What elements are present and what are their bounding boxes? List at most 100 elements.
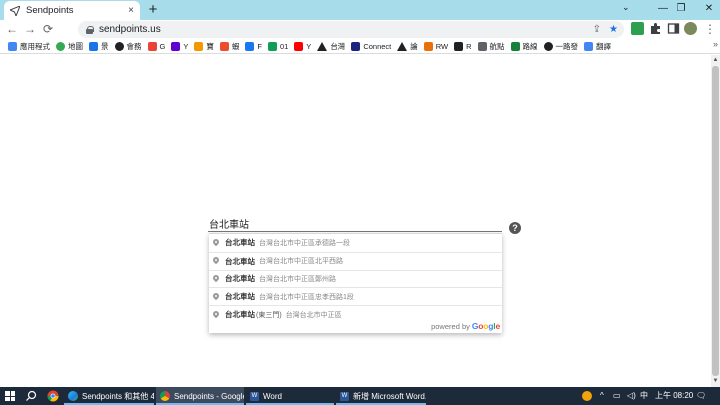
bookmark-item[interactable]: RW <box>423 41 449 51</box>
notifications-icon[interactable]: 🗨 <box>696 387 706 405</box>
tab-close-icon[interactable]: × <box>128 5 134 16</box>
bookmark-label: 台灣 <box>330 41 346 51</box>
bookmarks-overflow-icon[interactable]: » <box>713 39 718 49</box>
connect-icon <box>351 41 361 51</box>
suggestion-item[interactable]: 台北車站 台灣台北市中正區北平西路 <box>209 251 502 270</box>
bookmark-item[interactable]: 路線 <box>510 41 538 52</box>
tab-sendpoints[interactable]: Sendpoints × <box>4 1 140 20</box>
network-icon[interactable]: ▭ <box>613 387 621 405</box>
bookmark-item[interactable]: Y <box>171 41 188 51</box>
bookmark-item[interactable]: 景 <box>89 41 109 52</box>
suggestion-address: 台灣台北市中正區 <box>285 311 342 319</box>
bookmark-label: 地圖 <box>68 41 83 51</box>
bookmark-item[interactable]: G <box>147 41 166 51</box>
show-hidden-icons-icon[interactable]: ^ <box>600 387 604 405</box>
bookmark-item[interactable]: Connect <box>351 41 391 51</box>
taskbar-app-word-new[interactable]: W 新增 Microsoft Word... <box>336 387 426 405</box>
bookmark-label: 會務 <box>126 41 142 51</box>
cloud-icon <box>89 41 98 51</box>
ime-indicator[interactable]: 中 <box>640 387 648 405</box>
close-window-button[interactable]: ✕ <box>690 0 720 20</box>
tab-search-icon[interactable]: ⌄ <box>622 2 630 13</box>
location-pin-icon <box>213 311 219 319</box>
map-extension-icon[interactable] <box>631 22 644 35</box>
bookmark-item[interactable]: 應用程式 <box>8 41 50 52</box>
suggestion-address: 台灣台北市中正區北平西路 <box>259 258 343 266</box>
back-button[interactable]: ← <box>4 20 20 39</box>
bookmark-item[interactable]: 台灣 <box>317 41 345 52</box>
bookmark-item[interactable]: 會務 <box>114 41 142 52</box>
new-tab-button[interactable]: + <box>145 1 161 19</box>
plane-icon <box>477 41 487 51</box>
bookmark-label: 路線 <box>522 41 538 51</box>
volume-icon[interactable]: ◁) <box>627 387 636 405</box>
bookmark-item[interactable]: 一路發 <box>543 41 578 52</box>
suggestion-address: 台灣台北市中正區承德路一段 <box>259 239 350 247</box>
taskbar-app-chrome[interactable]: Sendpoints - Google... <box>156 387 244 405</box>
translate-icon <box>584 41 594 51</box>
bookmark-label: 應用程式 <box>20 41 50 51</box>
bike-icon <box>423 41 433 51</box>
clock[interactable]: 上午 08:20 <box>655 387 693 405</box>
taskbar-app-word[interactable]: W Word <box>246 387 334 405</box>
taskbar-app-label: Sendpoints 和其他 4 ... <box>82 391 154 401</box>
suggestion-item[interactable]: 台北車站 台灣台北市中正區忠孝西路1段 <box>209 287 502 305</box>
bookmark-item[interactable]: 蝦 <box>219 41 240 52</box>
bookmark-item[interactable]: 01 <box>267 41 288 51</box>
scroll-down-icon[interactable]: ▼ <box>711 377 720 386</box>
windows-start-icon[interactable] <box>5 391 15 401</box>
scrollbar-thumb[interactable] <box>712 66 719 376</box>
location-search-input[interactable] <box>208 215 502 232</box>
bookmark-star-icon[interactable]: ★ <box>609 24 618 35</box>
menu-kebab-icon[interactable]: ⋮ <box>702 20 718 39</box>
chrome-icon[interactable] <box>47 390 59 402</box>
suggestion-address: 台灣台北市中正區鄭州路 <box>259 275 336 283</box>
taskbar-app-edge[interactable]: Sendpoints 和其他 4 ... <box>64 387 154 405</box>
gmail-icon <box>147 41 157 51</box>
powered-by-text: powered by <box>431 322 470 331</box>
forward-button[interactable]: → <box>22 20 38 39</box>
bookmark-item[interactable]: 翻譯 <box>584 41 611 52</box>
word-icon: W <box>250 391 259 401</box>
address-bar[interactable]: sendpoints.us ⇪ ★ <box>78 21 624 38</box>
bookmark-item[interactable]: 地圖 <box>56 41 83 52</box>
tab-title: Sendpoints <box>26 5 74 16</box>
help-question-icon[interactable]: ? <box>509 222 521 234</box>
globe-icon <box>114 41 124 51</box>
bookmark-label: G <box>159 41 166 51</box>
autocomplete-dropdown: 台北車站 台灣台北市中正區承德路一段 台北車站 台灣台北市中正區北平西路 台北車… <box>209 233 502 333</box>
taskbar-app-label: Sendpoints - Google... <box>174 391 244 401</box>
diamond-icon <box>194 41 204 51</box>
bookmark-item[interactable]: 論 <box>397 41 418 52</box>
side-panel-icon[interactable] <box>667 22 680 35</box>
triangle-icon <box>317 41 328 51</box>
puzzle-extensions-icon[interactable] <box>649 22 662 35</box>
suggestion-item[interactable]: 台北車站 台灣台北市中正區鄭州路 <box>209 269 502 288</box>
suggestion-main: 台北車站 <box>225 310 255 320</box>
profile-avatar[interactable] <box>684 22 697 35</box>
bookmark-item[interactable]: 寶 <box>194 41 214 52</box>
scroll-up-icon[interactable]: ▲ <box>711 56 720 65</box>
bookmark-item[interactable]: F <box>245 41 262 51</box>
weather-sun-icon[interactable] <box>582 391 592 401</box>
bookmark-item[interactable]: Y <box>294 41 311 51</box>
location-pin-icon <box>213 239 219 247</box>
globe-icon <box>543 41 553 51</box>
edge-icon <box>68 391 78 401</box>
tab-strip: Sendpoints × + ⌄ — ❐ ✕ <box>0 0 720 20</box>
share-icon[interactable]: ⇪ <box>593 24 601 35</box>
search-icon[interactable] <box>25 390 37 402</box>
apps-grid-icon <box>8 41 17 51</box>
bookmark-label: 航點 <box>489 41 505 51</box>
yahoo-icon <box>171 41 181 51</box>
route-icon <box>510 41 520 51</box>
bookmark-label: RW <box>435 41 449 51</box>
bookmark-label: 蝦 <box>231 41 240 51</box>
bookmark-item[interactable]: R <box>454 41 472 51</box>
windows-taskbar: Sendpoints 和其他 4 ... Sendpoints - Google… <box>0 387 720 405</box>
sheet-icon <box>267 41 277 51</box>
suggestion-item[interactable]: 台北車站 台灣台北市中正區承德路一段 <box>209 234 502 252</box>
bookmark-item[interactable]: 航點 <box>477 41 505 52</box>
reload-button[interactable]: ⟳ <box>40 20 56 39</box>
suggestion-main: 台北車站 <box>225 274 255 284</box>
